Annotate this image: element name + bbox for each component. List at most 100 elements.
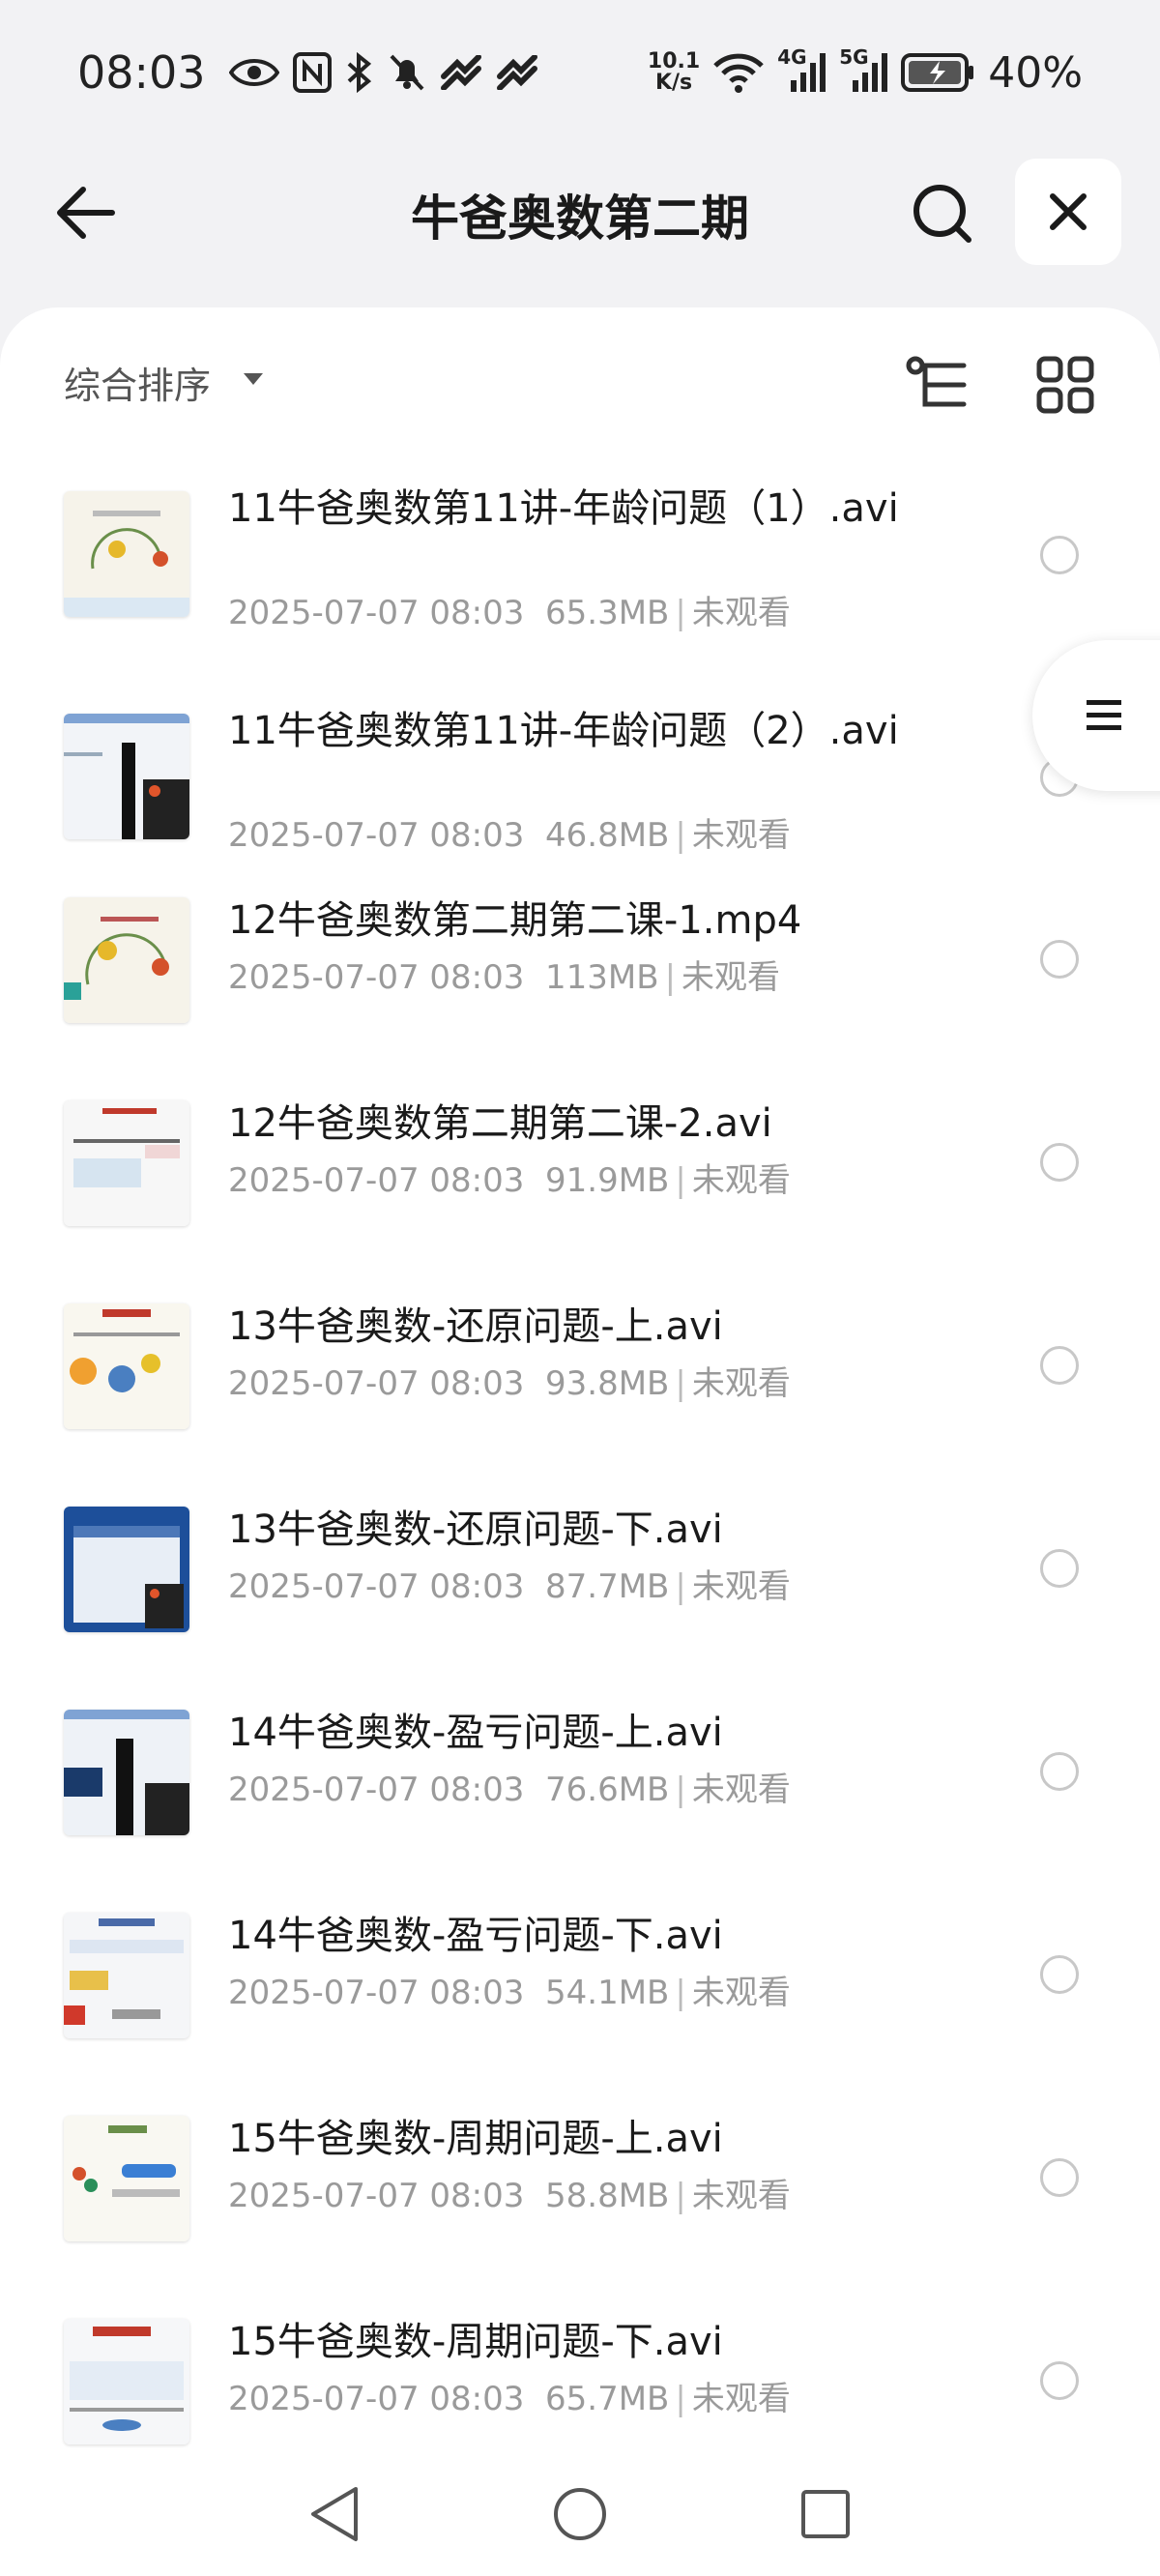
file-size: 54.1MB: [545, 1974, 670, 2012]
signal-5g-icon: 5G: [839, 45, 888, 94]
video-thumbnail: [64, 1507, 189, 1632]
eye-icon: [228, 55, 279, 90]
select-radio[interactable]: [1040, 2158, 1079, 2197]
nav-recents-button[interactable]: [787, 2475, 864, 2553]
select-radio[interactable]: [1040, 1752, 1079, 1791]
select-radio[interactable]: [1040, 940, 1079, 979]
nav-back-icon: [311, 2487, 358, 2541]
watch-status: 未观看: [682, 958, 781, 997]
video-thumbnail: [64, 714, 189, 839]
nfc-icon: [292, 52, 332, 93]
list-index-icon: [1087, 700, 1121, 730]
file-name: 13牛爸奥数-还原问题-下.avi: [228, 1508, 723, 1552]
watch-status: 未观看: [691, 1161, 791, 1200]
caret-down-icon[interactable]: [242, 371, 265, 391]
file-size: 87.7MB: [545, 1567, 670, 1606]
file-date: 2025-07-07 08:03: [228, 1364, 525, 1403]
file-name: 12牛爸奥数第二期第二课-2.avi: [228, 1101, 772, 1146]
search-button[interactable]: [903, 174, 980, 251]
watch-status: 未观看: [691, 816, 791, 855]
watch-status: 未观看: [691, 594, 791, 632]
file-size: 65.3MB: [545, 594, 670, 632]
file-size: 76.6MB: [545, 1771, 670, 1809]
video-thumbnail: [64, 491, 189, 617]
file-list-card: 综合排序 11牛爸奥数第11讲-年龄问题（1）.avi 2025-07-07 0…: [0, 307, 1160, 2474]
system-nav-bar: [0, 2456, 1160, 2576]
file-date: 2025-07-07 08:03: [228, 2177, 525, 2215]
nav-recents-icon: [801, 2490, 850, 2538]
select-radio[interactable]: [1040, 1549, 1079, 1588]
sort-dropdown-label[interactable]: 综合排序: [64, 356, 211, 409]
file-size: 93.8MB: [545, 1364, 670, 1403]
file-date: 2025-07-07 08:03: [228, 1161, 525, 1200]
select-radio[interactable]: [1040, 1346, 1079, 1385]
select-radio[interactable]: [1040, 536, 1079, 574]
bluetooth-icon: [345, 52, 374, 93]
file-size: 91.9MB: [545, 1161, 670, 1200]
search-icon: [914, 185, 972, 243]
video-thumbnail: [64, 1710, 189, 1835]
signal-4g-icon: 4G: [777, 45, 826, 94]
select-radio[interactable]: [1040, 1955, 1079, 1994]
wifi-icon: [713, 52, 764, 93]
file-meta: 2025-07-07 08:03 93.8MB | 未观看: [228, 1364, 791, 1403]
status-time: 08:03: [77, 46, 206, 99]
select-radio[interactable]: [1040, 2361, 1079, 2400]
file-size: 113MB: [545, 958, 659, 997]
file-meta: 2025-07-07 08:03 76.6MB | 未观看: [228, 1771, 791, 1809]
file-date: 2025-07-07 08:03: [228, 1567, 525, 1606]
file-meta: 2025-07-07 08:03 91.9MB | 未观看: [228, 1161, 791, 1200]
tree-view-icon: [906, 356, 967, 407]
file-date: 2025-07-07 08:03: [228, 1771, 525, 1809]
file-date: 2025-07-07 08:03: [228, 594, 525, 632]
file-name: 15牛爸奥数-周期问题-下.avi: [228, 2320, 723, 2364]
signal-5g-label: 5G: [839, 45, 869, 69]
bell-mute-icon: [388, 52, 426, 93]
watch-status: 未观看: [691, 2177, 791, 2215]
video-thumbnail: [64, 1913, 189, 2038]
file-name: 14牛爸奥数-盈亏问题-下.avi: [228, 1914, 723, 1958]
file-date: 2025-07-07 08:03: [228, 958, 525, 997]
close-icon: [1050, 193, 1087, 230]
file-meta: 2025-07-07 08:03 65.3MB | 未观看: [228, 594, 791, 632]
signal-4g-label: 4G: [777, 45, 807, 69]
video-thumbnail: [64, 1303, 189, 1429]
nav-home-icon: [554, 2488, 606, 2540]
file-name: 14牛爸奥数-盈亏问题-上.avi: [228, 1711, 723, 1755]
grid-view-icon: [1036, 356, 1094, 414]
net-speed-unit: K/s: [654, 71, 693, 95]
file-name: 12牛爸奥数第二期第二课-1.mp4: [228, 898, 802, 943]
link-icon: [440, 55, 482, 90]
status-bar: 08:03 10.1 K/s 4G 5G 40%: [0, 0, 1160, 145]
video-thumbnail: [64, 1100, 189, 1226]
battery-percent: 40%: [988, 47, 1083, 98]
battery-icon: [901, 53, 974, 92]
net-speed: 10.1 K/s: [648, 51, 700, 94]
file-meta: 2025-07-07 08:03 87.7MB | 未观看: [228, 1567, 791, 1606]
link-icon-2: [496, 55, 538, 90]
header: 牛爸奥数第二期: [0, 155, 1160, 271]
watch-status: 未观看: [691, 1364, 791, 1403]
nav-home-button[interactable]: [541, 2475, 619, 2553]
watch-status: 未观看: [691, 2380, 791, 2418]
file-meta: 2025-07-07 08:03 65.7MB | 未观看: [228, 2380, 791, 2418]
file-size: 65.7MB: [545, 2380, 670, 2418]
file-date: 2025-07-07 08:03: [228, 1974, 525, 2012]
watch-status: 未观看: [691, 1567, 791, 1606]
close-button[interactable]: [1015, 159, 1121, 265]
file-date: 2025-07-07 08:03: [228, 2380, 525, 2418]
select-radio[interactable]: [1040, 1143, 1079, 1182]
file-name: 11牛爸奥数第11讲-年龄问题（2）.avi: [228, 709, 899, 753]
grid-view-button[interactable]: [1030, 350, 1100, 420]
file-meta: 2025-07-07 08:03 46.8MB | 未观看: [228, 816, 791, 855]
file-meta: 2025-07-07 08:03 113MB | 未观看: [228, 958, 781, 997]
file-name: 13牛爸奥数-还原问题-上.avi: [228, 1304, 723, 1349]
file-date: 2025-07-07 08:03: [228, 816, 525, 855]
page-title: 牛爸奥数第二期: [411, 190, 749, 247]
tree-view-button[interactable]: [903, 350, 972, 420]
file-name: 15牛爸奥数-周期问题-上.avi: [228, 2117, 723, 2161]
file-meta: 2025-07-07 08:03 58.8MB | 未观看: [228, 2177, 791, 2215]
video-thumbnail: [64, 897, 189, 1023]
file-size: 58.8MB: [545, 2177, 670, 2215]
nav-back-button[interactable]: [296, 2475, 373, 2553]
